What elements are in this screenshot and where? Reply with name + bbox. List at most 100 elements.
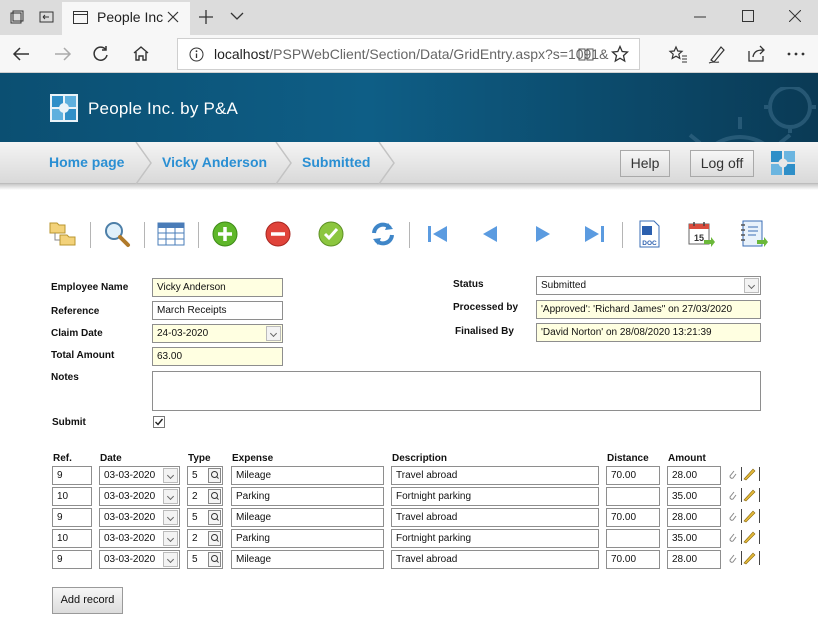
reference-field[interactable]: March Receipts [152, 301, 283, 320]
row-date-dropdown-icon[interactable] [163, 510, 178, 525]
folders-icon[interactable] [48, 219, 78, 249]
row-amount-cell[interactable]: 35.00 [667, 529, 721, 548]
refresh-icon[interactable] [368, 219, 398, 249]
claim-date-field[interactable]: 24-03-2020 [152, 324, 283, 343]
more-options-icon[interactable] [787, 52, 805, 56]
row-date-dropdown-icon[interactable] [163, 468, 178, 483]
attach-icon[interactable] [727, 468, 738, 481]
row-description-cell[interactable]: Fortnight parking [391, 487, 599, 506]
row-date-cell[interactable]: 03-03-2020 [99, 487, 180, 506]
breadcrumb-employee[interactable]: Vicky Anderson [162, 154, 267, 170]
next-record-icon[interactable] [528, 219, 558, 249]
row-type-cell[interactable]: 2 [187, 529, 223, 548]
edit-icon[interactable] [741, 530, 761, 544]
row-distance-cell[interactable]: 70.00 [606, 550, 660, 569]
home-icon[interactable] [132, 45, 150, 62]
set-aside-tabs-icon[interactable] [39, 10, 55, 24]
status-select[interactable]: Submitted [536, 276, 761, 295]
back-icon[interactable] [12, 46, 30, 62]
type-lookup-icon[interactable] [208, 510, 221, 525]
notebook-export-icon[interactable] [739, 219, 769, 249]
breadcrumb-home[interactable]: Home page [49, 154, 124, 170]
row-expense-cell[interactable]: Parking [231, 487, 384, 506]
tab-actions-icon[interactable] [10, 10, 24, 24]
row-distance-cell[interactable] [606, 487, 660, 506]
row-expense-cell[interactable]: Mileage [231, 550, 384, 569]
favorite-star-icon[interactable] [611, 45, 629, 63]
finalised-by-field[interactable]: 'David Norton' on 28/08/2020 13:21:39 [536, 323, 761, 342]
status-dropdown-icon[interactable] [744, 278, 759, 293]
url-field[interactable]: localhost/PSPWebClient/Section/Data/Grid… [177, 38, 640, 70]
search-icon[interactable] [102, 219, 132, 249]
attach-icon[interactable] [727, 510, 738, 523]
add-icon[interactable] [210, 219, 240, 249]
row-ref-cell[interactable]: 9 [52, 508, 92, 527]
attach-icon[interactable] [727, 552, 738, 565]
tab-list-chevron-icon[interactable] [230, 12, 244, 21]
processed-by-field[interactable]: 'Approved': 'Richard James" on 27/03/202… [536, 300, 761, 319]
row-amount-cell[interactable]: 28.00 [667, 550, 721, 569]
reading-view-icon[interactable] [578, 47, 594, 62]
first-record-icon[interactable] [422, 219, 452, 249]
row-ref-cell[interactable]: 10 [52, 487, 92, 506]
site-info-icon[interactable] [189, 47, 204, 62]
pen-icon[interactable] [707, 44, 727, 64]
row-amount-cell[interactable]: 28.00 [667, 466, 721, 485]
row-date-dropdown-icon[interactable] [163, 489, 178, 504]
word-doc-icon[interactable]: DOC [634, 219, 664, 249]
row-description-cell[interactable]: Travel abroad [391, 508, 599, 527]
close-window-icon[interactable] [789, 10, 801, 22]
row-expense-cell[interactable]: Mileage [231, 466, 384, 485]
row-type-cell[interactable]: 5 [187, 550, 223, 569]
approve-icon[interactable] [316, 219, 346, 249]
row-expense-cell[interactable]: Mileage [231, 508, 384, 527]
refresh-page-icon[interactable] [92, 45, 110, 63]
previous-record-icon[interactable] [475, 219, 505, 249]
row-distance-cell[interactable]: 70.00 [606, 466, 660, 485]
row-type-cell[interactable]: 5 [187, 466, 223, 485]
claim-date-dropdown-icon[interactable] [266, 326, 281, 341]
row-expense-cell[interactable]: Parking [231, 529, 384, 548]
row-amount-cell[interactable]: 35.00 [667, 487, 721, 506]
minimize-icon[interactable] [694, 16, 706, 18]
edit-icon[interactable] [741, 467, 761, 481]
row-ref-cell[interactable]: 9 [52, 466, 92, 485]
forward-icon[interactable] [54, 46, 72, 62]
close-tab-icon[interactable] [167, 11, 179, 23]
new-tab-icon[interactable] [198, 9, 214, 25]
row-ref-cell[interactable]: 10 [52, 529, 92, 548]
app-switch-icon[interactable] [770, 150, 796, 176]
browser-tab[interactable]: People Inc [62, 2, 190, 35]
row-distance-cell[interactable] [606, 529, 660, 548]
row-date-cell[interactable]: 03-03-2020 [99, 529, 180, 548]
attach-icon[interactable] [727, 531, 738, 544]
type-lookup-icon[interactable] [208, 531, 221, 546]
edit-icon[interactable] [741, 551, 761, 565]
attach-icon[interactable] [727, 489, 738, 502]
help-button[interactable]: Help [620, 150, 670, 177]
row-description-cell[interactable]: Travel abroad [391, 466, 599, 485]
total-amount-field[interactable]: 63.00 [152, 347, 283, 366]
row-date-cell[interactable]: 03-03-2020 [99, 550, 180, 569]
log-off-button[interactable]: Log off [690, 150, 754, 177]
favorites-icon[interactable] [668, 45, 688, 63]
maximize-icon[interactable] [742, 10, 754, 22]
edit-icon[interactable] [741, 509, 761, 523]
row-date-cell[interactable]: 03-03-2020 [99, 466, 180, 485]
add-record-button[interactable]: Add record [52, 587, 123, 614]
grid-icon[interactable] [156, 219, 186, 249]
remove-icon[interactable] [263, 219, 293, 249]
row-description-cell[interactable]: Travel abroad [391, 550, 599, 569]
type-lookup-icon[interactable] [208, 489, 221, 504]
calendar-export-icon[interactable]: 15 [686, 219, 716, 249]
row-distance-cell[interactable]: 70.00 [606, 508, 660, 527]
employee-name-field[interactable]: Vicky Anderson [152, 278, 283, 297]
row-date-cell[interactable]: 03-03-2020 [99, 508, 180, 527]
type-lookup-icon[interactable] [208, 468, 221, 483]
row-description-cell[interactable]: Fortnight parking [391, 529, 599, 548]
type-lookup-icon[interactable] [208, 552, 221, 567]
row-date-dropdown-icon[interactable] [163, 531, 178, 546]
row-type-cell[interactable]: 2 [187, 487, 223, 506]
notes-field[interactable] [152, 371, 761, 411]
row-ref-cell[interactable]: 9 [52, 550, 92, 569]
